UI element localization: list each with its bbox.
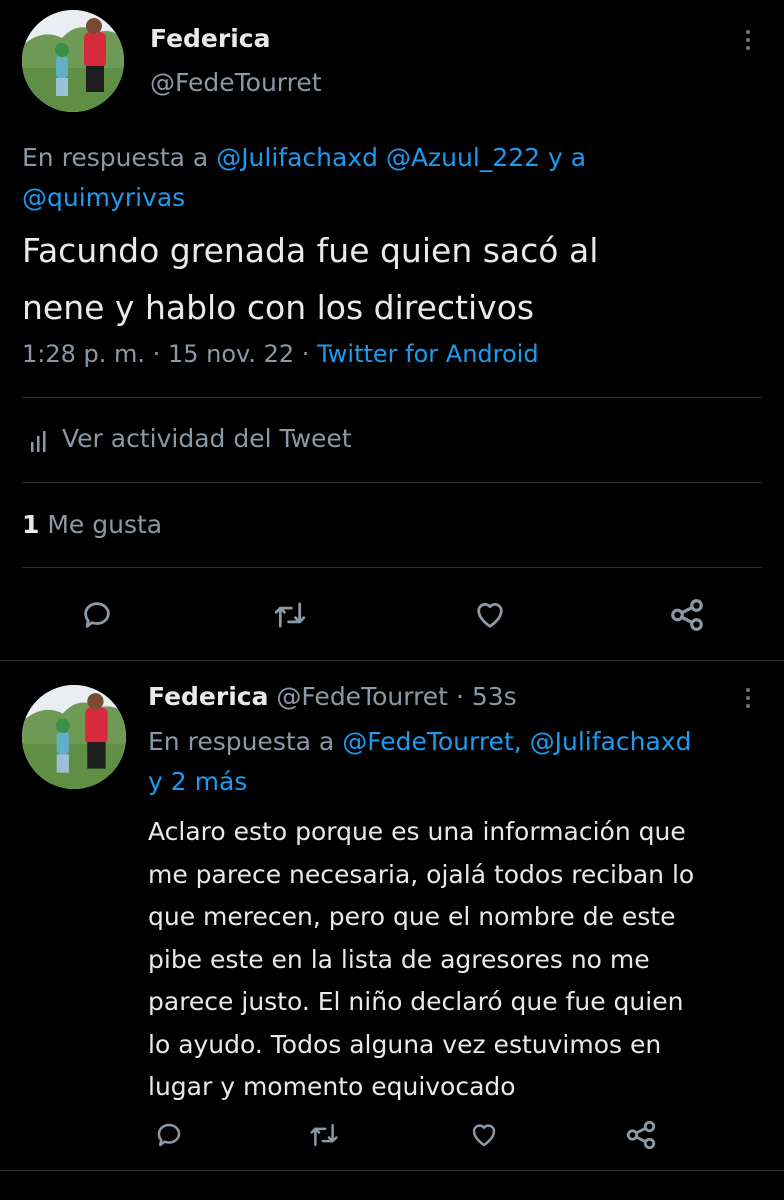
reply-prefix: En respuesta a [148,727,335,756]
reply-text-line: Aclaro esto porque es una información qu… [148,817,686,846]
divider [0,660,784,661]
tweet-date[interactable]: 15 nov. 22 [168,340,294,368]
reply-author-handle[interactable]: @FedeTourret [276,682,448,711]
likes-stat[interactable]: 1 Me gusta [22,510,162,539]
author-name[interactable]: Federica [150,24,270,53]
tweet-text: Facundo grenada fue quien sacó al nene y… [22,222,772,336]
tweet-text-line: Facundo grenada fue quien sacó al [22,231,599,270]
reply-mention-link[interactable]: @FedeTourret, @Julifachaxd [342,727,691,756]
more-icon[interactable] [745,688,751,712]
reply-text-line: que merecen, pero que el nombre de este [148,902,676,931]
heart-icon[interactable] [468,1120,500,1150]
reply-icon[interactable] [154,1120,184,1150]
more-icon[interactable] [745,30,751,54]
reply-prefix: En respuesta a [22,143,209,172]
reply-time-ago[interactable]: 53s [472,682,517,711]
reply-text: Aclaro esto porque es una información qu… [148,811,778,1109]
reply-context: En respuesta a @Julifachaxd @Azuul_222 y… [22,138,762,218]
heart-icon[interactable] [472,598,508,632]
tweet-source[interactable]: Twitter for Android [317,340,538,368]
retweet-icon[interactable] [272,598,308,632]
reply-text-line: me parece necesaria, ojalá todos reciban… [148,859,695,889]
likes-count: 1 [22,510,40,539]
reply-mention-link[interactable]: @Julifachaxd [216,143,378,172]
divider [22,567,762,568]
share-icon[interactable] [624,1118,658,1152]
reply-author-name[interactable]: Federica [148,682,268,711]
tweet-text-line: nene y hablo con los directivos [22,288,535,327]
view-tweet-activity[interactable]: Ver actividad del Tweet [22,424,522,458]
meta-separator: · [152,340,161,368]
reply-and: y a [547,143,587,172]
reply-mention-link[interactable]: @quimyrivas [22,183,185,212]
reply-more-link[interactable]: y 2 más [148,767,247,796]
reply-header: Federica @FedeTourret · 53s [148,682,517,711]
reply-text-line: lo ayudo. Todos alguna vez estuvimos en [148,1029,662,1059]
reply-mention-link[interactable]: @Azuul_222 [386,143,540,172]
avatar[interactable] [22,685,126,789]
reply-text-line: lugar y momento equivocado [148,1072,516,1101]
reply-text-line: pibe este en la lista de agresores no me [148,944,650,974]
divider [22,482,762,483]
tweet-meta: 1:28 p. m. · 15 nov. 22 · Twitter for An… [22,340,539,368]
meta-separator: · [455,682,464,711]
share-icon[interactable] [668,596,706,634]
author-handle[interactable]: @FedeTourret [150,68,322,97]
divider [22,397,762,398]
meta-separator: · [301,340,310,368]
divider [0,1170,784,1171]
bar-chart-icon [30,430,50,452]
reply-text-line: parece justo. El niño declaró que fue qu… [148,987,684,1016]
avatar[interactable] [22,10,124,112]
tweet-time[interactable]: 1:28 p. m. [22,340,145,368]
avatar-photo [22,10,124,112]
reply-context: En respuesta a @FedeTourret, @Julifachax… [148,722,768,802]
avatar-photo [22,685,126,789]
retweet-icon[interactable] [308,1120,340,1150]
activity-label: Ver actividad del Tweet [62,424,352,453]
likes-label: Me gusta [47,510,163,539]
reply-icon[interactable] [80,598,114,632]
